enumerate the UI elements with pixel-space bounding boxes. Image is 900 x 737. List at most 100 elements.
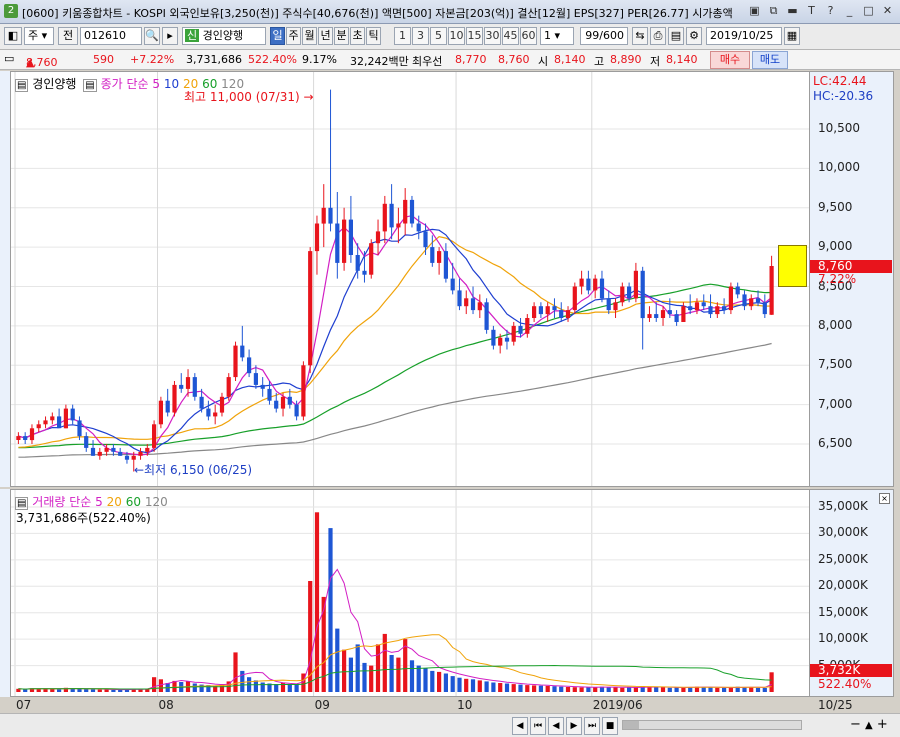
save-icon[interactable]: ▤ — [668, 27, 684, 45]
chart-menu-icon[interactable]: ◧ — [4, 27, 22, 45]
interval-button-2[interactable]: 5 — [430, 27, 447, 45]
high-annotation: 최고 11,000 (07/31) → — [184, 90, 314, 104]
quote-menu-icon[interactable]: ▭ — [4, 52, 18, 65]
candle-28 — [206, 400, 211, 421]
save-layout-icon[interactable]: ▬ — [784, 3, 801, 19]
candle-46 — [328, 89, 333, 232]
interval-button-3[interactable]: 10 — [448, 27, 465, 45]
candle-7 — [63, 404, 68, 429]
candle-52 — [369, 239, 374, 279]
interval-button-0[interactable]: 1 — [394, 27, 411, 45]
candle-body — [335, 223, 340, 263]
market-select[interactable]: 주 ▾ — [24, 27, 54, 45]
interval-button-6[interactable]: 45 — [502, 27, 519, 45]
interval-button-5[interactable]: 30 — [484, 27, 501, 45]
all-button[interactable]: 전 — [58, 27, 78, 45]
arrow-right-icon[interactable]: ▸ — [162, 27, 178, 45]
candle-101 — [701, 294, 706, 311]
bottom-bar: 2019/06 07 08 09 10 10/25 ◀ ⏮ ◀ ▶ ⏭ ■ − ▲ + — [0, 698, 900, 737]
candle-91 — [633, 262, 638, 303]
candle-77 — [538, 302, 543, 318]
calendar-icon[interactable]: ▦ — [784, 27, 800, 45]
candle-body — [158, 400, 163, 425]
volume-bar-20 — [152, 677, 157, 692]
period-tab-5[interactable]: 초 — [350, 27, 365, 45]
link-icon[interactable]: ⧉ — [765, 3, 782, 19]
period-tab-2[interactable]: 월 — [302, 27, 317, 45]
scroll-stop-icon[interactable]: ■ — [602, 717, 618, 735]
candle-57 — [403, 188, 408, 236]
scrollbar-thumb[interactable] — [623, 721, 639, 729]
volume-bar-84 — [586, 687, 591, 692]
volume-bar-1 — [23, 689, 28, 692]
period-tab-0[interactable]: 일 — [270, 27, 285, 45]
candle-body — [518, 325, 523, 334]
volume-bar-73 — [511, 684, 516, 692]
zoom-icon[interactable]: ⇆ — [632, 27, 648, 45]
candle-8 — [70, 404, 75, 425]
volume-tick-label: 35,000K — [818, 499, 868, 513]
candle-76 — [532, 302, 537, 322]
candle-body — [165, 400, 170, 413]
price-tick-label: 6,500 — [818, 436, 853, 450]
close-button[interactable]: ✕ — [879, 3, 896, 19]
interval-button-1[interactable]: 3 — [412, 27, 429, 45]
gear-icon[interactable]: ⚙ — [686, 27, 702, 45]
maximize-button[interactable]: □ — [860, 3, 877, 19]
interval-button-4[interactable]: 15 — [466, 27, 483, 45]
period-tab-3[interactable]: 년 — [318, 27, 333, 45]
volume-bar-71 — [498, 683, 503, 692]
sell-button[interactable]: 매도 — [752, 51, 788, 69]
candle-body — [301, 365, 306, 417]
candle-body — [321, 207, 326, 224]
candle-body — [457, 290, 462, 307]
vol-ma5-line — [18, 568, 772, 691]
zoom-reset-icon[interactable]: ▲ — [865, 720, 873, 731]
candle-24 — [179, 373, 184, 393]
pane-close-icon[interactable]: × — [879, 493, 890, 504]
layout-icon[interactable]: ▣ — [746, 3, 763, 19]
price-pane[interactable]: ▤ 경인양행 ▤ 종가 단순 5 10 20 60 120 최고 11,000 … — [10, 71, 810, 487]
candle-body — [606, 298, 611, 311]
current-volume-marker: 3,732K — [810, 664, 892, 678]
print-icon[interactable]: ⎙ — [650, 27, 666, 45]
count-field[interactable]: 99/600 — [580, 27, 628, 45]
scroll-play-icon[interactable]: ▶ — [566, 717, 582, 735]
scroll-prev-page-icon[interactable]: ⏮ — [530, 717, 546, 735]
font-icon[interactable]: T — [803, 3, 820, 19]
candle-75 — [525, 314, 530, 338]
horizontal-scrollbar[interactable] — [622, 720, 802, 730]
minimize-button[interactable]: _ — [841, 3, 858, 19]
candle-body — [599, 278, 605, 299]
candle-body — [375, 231, 381, 244]
candle-body — [50, 416, 55, 421]
search-icon[interactable]: 🔍 — [144, 27, 160, 45]
candle-34 — [247, 349, 252, 378]
help-icon[interactable]: ? — [822, 3, 839, 19]
current-price-box — [778, 245, 807, 287]
volume-pane[interactable]: ▤ 거래량 단순 5 20 60 120 3,731,686주(522.40%) — [10, 489, 810, 697]
period-tab-4[interactable]: 분 — [334, 27, 349, 45]
new-badge: 신 — [185, 29, 200, 42]
scroll-prev-icon[interactable]: ◀ — [548, 717, 564, 735]
interval-button-7[interactable]: 60 — [520, 27, 537, 45]
period-tab-6[interactable]: 틱 — [366, 27, 381, 45]
candle-body — [654, 314, 659, 318]
date-input[interactable]: 2019/10/25 — [706, 27, 782, 45]
legend-menu-icon[interactable]: ▤ — [83, 79, 97, 92]
unit-value: 1 — [544, 29, 551, 42]
stock-code-input[interactable]: 012610 — [80, 27, 142, 45]
scroll-next-icon[interactable]: ⏭ — [584, 717, 600, 735]
price-chart[interactable] — [11, 72, 809, 486]
zoom-out-icon[interactable]: − — [850, 717, 861, 732]
candle-95 — [660, 306, 666, 326]
period-tab-1[interactable]: 주 — [286, 27, 301, 45]
candle-48 — [342, 207, 347, 271]
zoom-in-icon[interactable]: + — [877, 717, 888, 732]
unit-select[interactable]: 1 ▾ — [540, 27, 574, 45]
candle-body — [382, 203, 387, 232]
pane-menu-icon[interactable]: ▤ — [15, 79, 29, 92]
buy-button[interactable]: 매수 — [710, 51, 750, 69]
scroll-first-icon[interactable]: ◀ — [512, 717, 528, 735]
candle-102 — [708, 294, 713, 318]
